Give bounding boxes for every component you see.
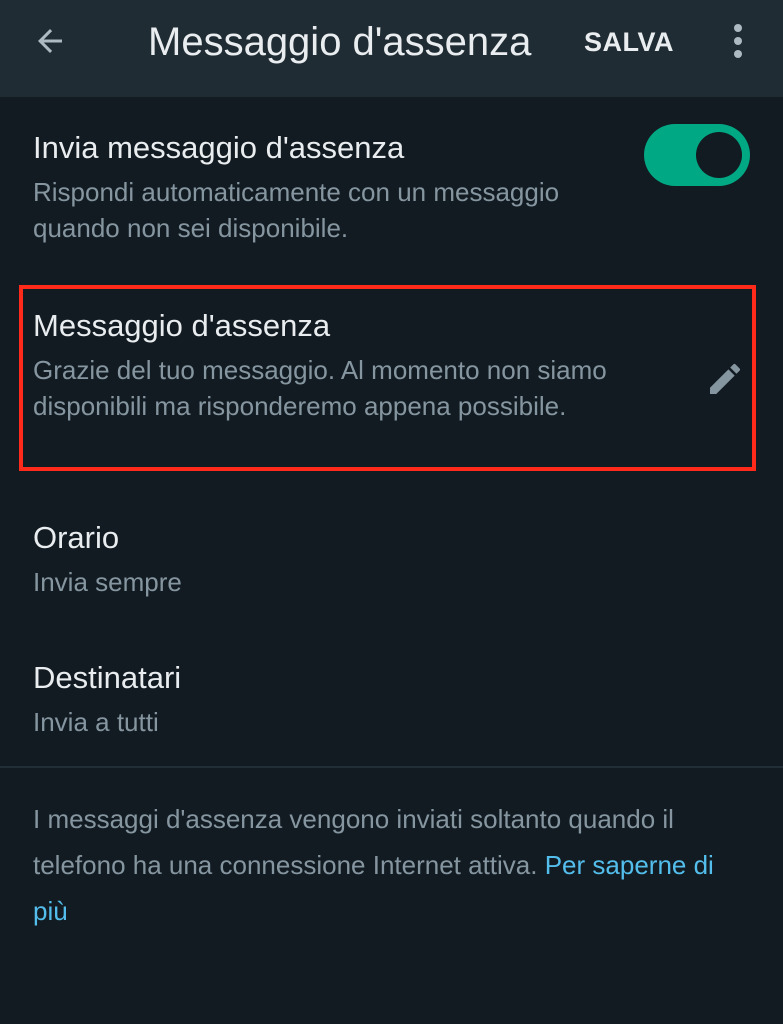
recipients-setting[interactable]: Destinatari Invia a tutti [0, 0, 783, 760]
recipients-value: Invia a tutti [33, 707, 159, 737]
recipients-label: Destinatari [33, 660, 182, 695]
footer-note: I messaggi d'assenza vengono inviati sol… [33, 796, 733, 934]
divider [0, 766, 783, 768]
